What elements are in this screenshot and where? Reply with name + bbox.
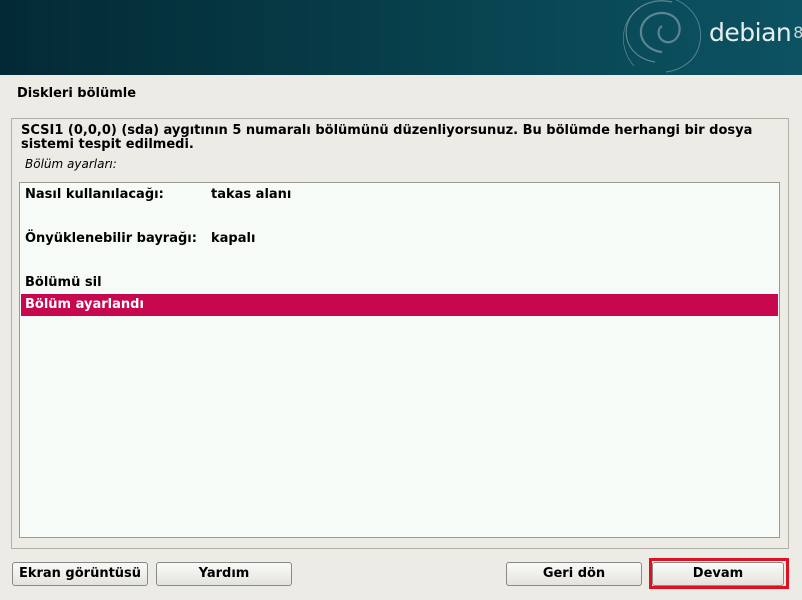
content-panel: SCSI1 (0,0,0) (sda) aygıtının 5 numaralı… — [11, 118, 789, 549]
setting-label: Önyüklenebilir bayrağı: — [25, 231, 197, 246]
brand-version: 8 — [793, 23, 802, 42]
back-button[interactable]: Geri dön — [506, 562, 642, 586]
action-label: Bölümü sil — [25, 275, 102, 290]
debian-logo: debian 8 — [709, 18, 802, 47]
list-item-delete-partition[interactable]: Bölümü sil — [21, 272, 778, 294]
settings-sublabel: Bölüm ayarları: — [25, 157, 117, 171]
page-title: Diskleri bölümle — [17, 86, 137, 101]
list-item-bootable-flag[interactable]: Önyüklenebilir bayrağı: kapalı — [21, 228, 778, 250]
setting-label: Nasıl kullanılacağı: — [25, 187, 164, 202]
action-label: Bölüm ayarlandı — [25, 297, 144, 312]
brand-name: debian — [709, 18, 792, 47]
partition-settings-list[interactable]: Nasıl kullanılacağı: takas alanı Önyükle… — [19, 182, 780, 538]
help-button[interactable]: Yardım — [156, 562, 292, 586]
list-item-done-setting-up[interactable]: Bölüm ayarlandı — [21, 294, 778, 316]
description-text: SCSI1 (0,0,0) (sda) aygıtının 5 numaralı… — [21, 123, 753, 152]
setting-value: takas alanı — [211, 187, 292, 202]
list-item-usage[interactable]: Nasıl kullanılacağı: takas alanı — [21, 184, 778, 206]
debian-swirl-logo — [622, 0, 701, 73]
setting-value: kapalı — [211, 231, 256, 246]
continue-button[interactable]: Devam — [652, 562, 784, 586]
header-banner: debian 8 — [0, 0, 802, 75]
screenshot-button[interactable]: Ekran görüntüsü — [12, 562, 148, 586]
